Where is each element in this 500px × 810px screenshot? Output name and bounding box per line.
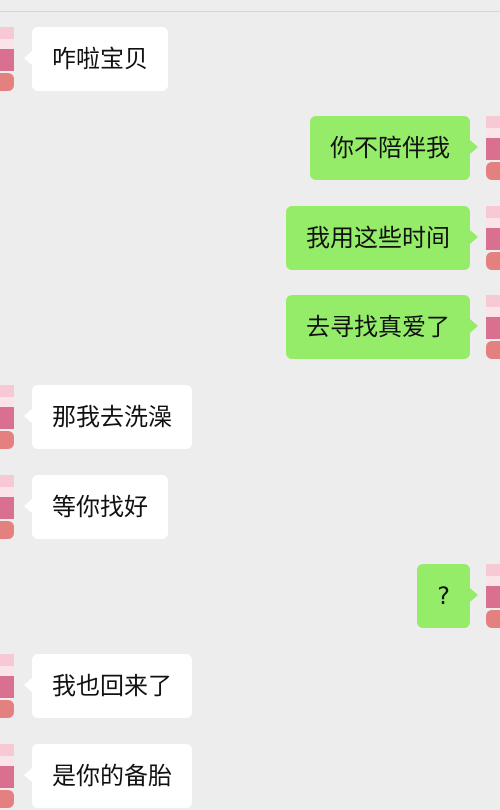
avatar-icon[interactable] bbox=[486, 116, 500, 182]
message-bubble[interactable]: 是你的备胎 bbox=[24, 744, 192, 808]
message-row-outgoing: ? bbox=[0, 564, 500, 628]
avatar-icon[interactable] bbox=[0, 654, 14, 720]
message-bubble[interactable]: 咋啦宝贝 bbox=[24, 27, 168, 91]
message-row-incoming: 等你找好 bbox=[0, 475, 500, 539]
message-row-incoming: 是你的备胎 bbox=[0, 744, 500, 808]
avatar-icon[interactable] bbox=[486, 206, 500, 272]
avatar-icon[interactable] bbox=[486, 295, 500, 361]
message-bubble[interactable]: 那我去洗澡 bbox=[24, 385, 192, 449]
message-row-outgoing: 我用这些时间 bbox=[0, 206, 500, 270]
message-row-incoming: 我也回来了 bbox=[0, 654, 500, 718]
avatar-icon[interactable] bbox=[486, 564, 500, 630]
message-bubble[interactable]: 去寻找真爱了 bbox=[286, 295, 478, 359]
message-row-outgoing: 你不陪伴我 bbox=[0, 116, 500, 180]
message-bubble[interactable]: 等你找好 bbox=[24, 475, 168, 539]
top-divider bbox=[0, 0, 500, 12]
message-bubble[interactable]: 我用这些时间 bbox=[286, 206, 478, 270]
message-bubble[interactable]: ? bbox=[417, 564, 478, 628]
message-row-outgoing: 去寻找真爱了 bbox=[0, 295, 500, 359]
message-row-incoming: 那我去洗澡 bbox=[0, 385, 500, 449]
message-row-incoming: 咋啦宝贝 bbox=[0, 27, 500, 91]
message-bubble[interactable]: 你不陪伴我 bbox=[310, 116, 478, 180]
avatar-icon[interactable] bbox=[0, 744, 14, 810]
message-bubble[interactable]: 我也回来了 bbox=[24, 654, 192, 718]
avatar-icon[interactable] bbox=[0, 27, 14, 93]
avatar-icon[interactable] bbox=[0, 475, 14, 541]
avatar-icon[interactable] bbox=[0, 385, 14, 451]
